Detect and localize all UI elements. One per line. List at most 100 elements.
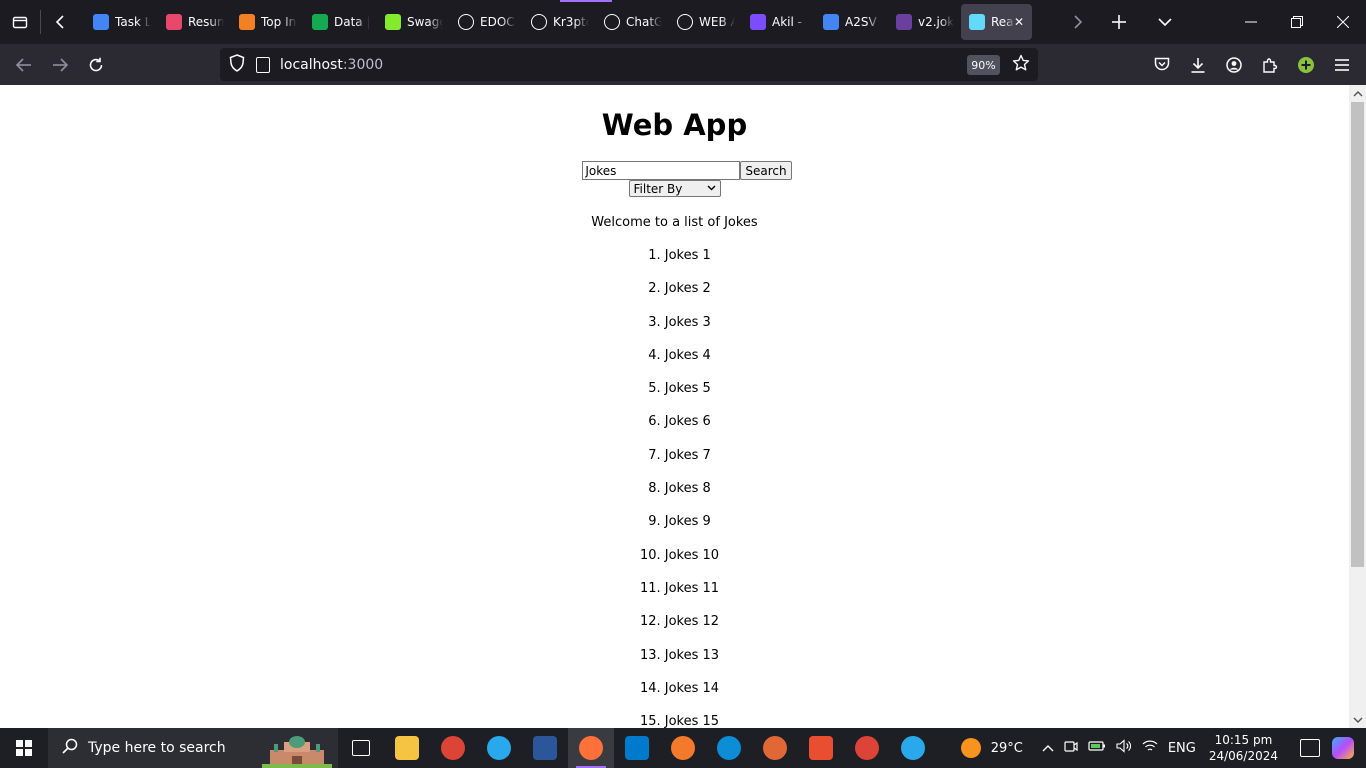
joke-list-item: 4. Jokes 4: [648, 347, 711, 363]
tabstrip-right: [1060, 0, 1366, 44]
copilot-icon[interactable]: [1332, 737, 1354, 759]
taskbar-app[interactable]: [430, 728, 476, 768]
windows-taskbar: Type here to search 29°C ENG 10:15 pm 24…: [0, 728, 1366, 768]
tab-title: A2SV: [845, 15, 877, 29]
browser-tab[interactable]: Task L: [85, 4, 158, 40]
system-tray: 29°C ENG 10:15 pm 24/06/2024: [960, 728, 1366, 768]
browser-tab[interactable]: WEB A: [669, 4, 742, 40]
taskbar-search-box[interactable]: Type here to search: [48, 728, 338, 768]
downloads-icon[interactable]: [1180, 49, 1216, 81]
volume-icon[interactable]: [1116, 739, 1132, 757]
clock[interactable]: 10:15 pm 24/06/2024: [1209, 732, 1278, 764]
taskbar-app[interactable]: [752, 728, 798, 768]
taskbar-app[interactable]: [660, 728, 706, 768]
browser-tab[interactable]: Akil -: [742, 4, 815, 40]
chatgpt-icon: [677, 14, 693, 30]
address-bar[interactable]: localhost:3000 90%: [220, 48, 1038, 81]
welcome-text: Welcome to a list of Jokes: [591, 215, 758, 230]
blender-icon: [671, 736, 695, 760]
search-button[interactable]: Search: [740, 161, 792, 180]
react-icon: [969, 14, 985, 30]
browser-tab[interactable]: EDOC: [450, 4, 523, 40]
tab-title: Top In: [261, 15, 297, 29]
joke-list-item: 11. Jokes 11: [639, 580, 720, 596]
search-highlight-palace-icon: [262, 736, 332, 768]
taskbar-app[interactable]: [338, 728, 384, 768]
web-page: Web App Search Filter By Welcome to a li…: [0, 85, 1349, 728]
minimize-icon[interactable]: [1228, 0, 1274, 44]
browser-tab[interactable]: Resum: [158, 4, 231, 40]
taskbar-app[interactable]: [568, 728, 614, 768]
browser-tab[interactable]: A2SV: [815, 4, 888, 40]
show-hidden-icons-chevron-icon[interactable]: [1042, 741, 1054, 756]
page-scrollbar[interactable]: [1349, 85, 1366, 728]
taskbar-app[interactable]: [798, 728, 844, 768]
restore-icon[interactable]: [1274, 0, 1320, 44]
weather-widget[interactable]: 29°C: [960, 738, 1023, 758]
account-icon[interactable]: [1216, 49, 1252, 81]
browser-tab[interactable]: Data |: [304, 4, 377, 40]
language-indicator[interactable]: ENG: [1168, 741, 1196, 756]
chevron-down-icon: [707, 184, 716, 194]
extensions-icon[interactable]: [1252, 49, 1288, 81]
taskbar-app[interactable]: [706, 728, 752, 768]
browser-tab[interactable]: Swagg: [377, 4, 450, 40]
close-window-icon[interactable]: [1320, 0, 1366, 44]
browser-tab[interactable]: Rea ✕: [961, 4, 1032, 40]
tracking-protection-shield-icon[interactable]: [229, 53, 247, 76]
tab-title: Akil -: [772, 15, 802, 29]
battery-icon[interactable]: [1088, 740, 1106, 756]
tray-icons: ENG: [1037, 739, 1201, 757]
filter-by-select[interactable]: Filter By: [628, 180, 721, 197]
close-tab-icon[interactable]: ✕: [1014, 15, 1024, 29]
start-button[interactable]: [0, 728, 48, 768]
page-info-icon[interactable]: [256, 56, 270, 73]
browser-tab[interactable]: ChatG: [596, 4, 669, 40]
menu-hamburger-icon[interactable]: [1324, 49, 1360, 81]
joke-list-item: 5. Jokes 5: [648, 381, 711, 397]
reload-icon[interactable]: [78, 49, 114, 81]
scroll-tabs-right-icon[interactable]: [1060, 0, 1096, 44]
bookmark-star-icon[interactable]: [1012, 54, 1030, 77]
extension-addon-icon[interactable]: [1288, 49, 1324, 81]
weather-temp: 29°C: [990, 740, 1023, 756]
stackoverflow-icon: [239, 14, 255, 30]
list-all-tabs-icon[interactable]: [1142, 0, 1188, 44]
browser-tab[interactable]: Kr3ptc: [523, 4, 596, 40]
windows-logo-icon: [16, 740, 32, 756]
mongodb-icon: [312, 14, 328, 30]
scroll-tabs-left-icon[interactable]: [41, 0, 81, 44]
joke-list-item: 15. Jokes 15: [639, 714, 720, 728]
wifi-icon[interactable]: [1142, 739, 1158, 757]
scroll-down-arrow-icon[interactable]: [1349, 711, 1366, 728]
pocket-icon[interactable]: [1144, 49, 1180, 81]
taskbar-app[interactable]: [844, 728, 890, 768]
telegram-notif-icon: [901, 736, 925, 760]
taskbar-app[interactable]: [522, 728, 568, 768]
edge-icon: [717, 736, 741, 760]
scroll-up-arrow-icon[interactable]: [1349, 85, 1366, 102]
tab-title: Task L: [115, 15, 151, 29]
search-input[interactable]: [582, 161, 741, 180]
tab-strip: Task L Resum Top In Data | Swagg EDOC Kr3ptc Ch…: [0, 0, 1366, 44]
new-tab-icon[interactable]: [1096, 0, 1142, 44]
camera-icon[interactable]: [1064, 739, 1078, 757]
forward-icon[interactable]: [42, 49, 78, 81]
zoom-level-badge[interactable]: 90%: [967, 55, 1000, 75]
taskbar-app[interactable]: [890, 728, 936, 768]
taskbar-app[interactable]: [614, 728, 660, 768]
browser-tab[interactable]: Top In: [231, 4, 304, 40]
joke-list-item: 2. Jokes 2: [648, 281, 711, 297]
task-view-icon: [352, 740, 370, 756]
taskbar-app[interactable]: [384, 728, 430, 768]
firefox-view-icon[interactable]: [0, 0, 40, 44]
tab-title: Rea: [991, 15, 1014, 29]
filter-row: Filter By: [0, 180, 1349, 197]
joke-list-item: 1. Jokes 1: [648, 248, 711, 263]
url-text[interactable]: localhost:3000: [280, 57, 383, 73]
notifications-icon[interactable]: [1300, 739, 1320, 757]
browser-tab[interactable]: v2.jok: [888, 4, 961, 40]
back-icon[interactable]: [6, 49, 42, 81]
taskbar-app[interactable]: [476, 728, 522, 768]
scrollbar-thumb[interactable]: [1351, 102, 1364, 567]
